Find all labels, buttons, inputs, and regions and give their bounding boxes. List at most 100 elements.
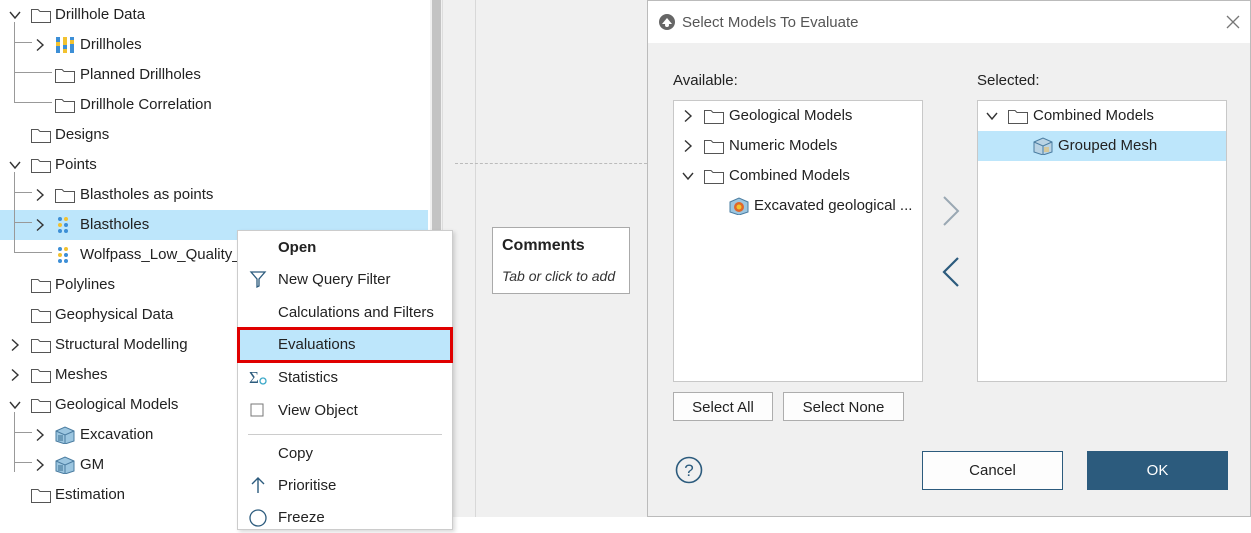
- menu-item-copy[interactable]: Copy: [238, 439, 452, 469]
- folder-icon: [31, 309, 51, 323]
- folder-icon: [31, 489, 51, 503]
- collapse-chevron-icon[interactable]: [8, 8, 22, 22]
- menu-item-statistics[interactable]: Σ Statistics: [238, 363, 452, 393]
- collapse-chevron-icon[interactable]: [681, 169, 695, 183]
- menu-item-calculations-and-filters[interactable]: Calculations and Filters: [238, 298, 452, 328]
- list-item[interactable]: Geological Models: [674, 101, 922, 131]
- help-icon[interactable]: ?: [675, 456, 703, 484]
- tree-item[interactable]: Planned Drillholes: [0, 60, 428, 90]
- expand-chevron-icon[interactable]: [33, 458, 47, 472]
- list-item-label: Combined Models: [1033, 107, 1154, 124]
- menu-item-new-query-filter[interactable]: New Query Filter: [238, 265, 452, 295]
- ok-label: OK: [1146, 462, 1169, 479]
- tree-guide-line: [14, 72, 52, 73]
- tree-guide-line: [14, 42, 32, 43]
- tree-guide-line: [14, 462, 32, 463]
- tree-guide-line: [14, 252, 52, 253]
- points-icon: [58, 247, 68, 263]
- tree-scrollbar-thumb[interactable]: [432, 0, 441, 230]
- expand-chevron-icon[interactable]: [681, 139, 695, 153]
- tree-item-label: Drillhole Correlation: [80, 96, 212, 113]
- cancel-label: Cancel: [969, 462, 1016, 479]
- tree-item-label: Blastholes as points: [80, 186, 214, 203]
- tree-item-label: Excavation: [80, 426, 154, 443]
- close-icon[interactable]: [1226, 15, 1240, 29]
- available-label: Available:: [673, 72, 738, 89]
- tree-item[interactable]: Points: [0, 150, 428, 180]
- ok-button[interactable]: OK: [1087, 451, 1228, 490]
- list-item[interactable]: Combined Models: [674, 161, 922, 191]
- select-all-label: Select All: [692, 399, 754, 416]
- expand-chevron-icon[interactable]: [33, 218, 47, 232]
- select-none-label: Select None: [802, 399, 885, 416]
- comments-hint[interactable]: Tab or click to add: [502, 268, 615, 284]
- folder-icon: [31, 369, 51, 383]
- tree-guide-line: [14, 192, 32, 193]
- select-none-button[interactable]: Select None: [783, 392, 904, 421]
- comments-box[interactable]: Comments Tab or click to add: [492, 227, 630, 294]
- select-all-button[interactable]: Select All: [673, 392, 773, 421]
- expand-chevron-icon[interactable]: [33, 428, 47, 442]
- statistics-icon: Σ: [249, 368, 267, 387]
- context-menu: Open New Query Filter Calculations and Fil…: [237, 230, 453, 530]
- tree-item[interactable]: Blastholes as points: [0, 180, 428, 210]
- menu-item-label: Prioritise: [278, 477, 337, 494]
- tree-item-label: Drillholes: [80, 36, 142, 53]
- expand-chevron-icon[interactable]: [8, 338, 22, 352]
- menu-item-label: Calculations and Filters: [278, 304, 434, 321]
- tree-item-label: Estimation: [55, 486, 126, 503]
- tree-item[interactable]: Drillholes: [0, 30, 428, 60]
- folder-icon: [31, 279, 51, 293]
- menu-item-label: Statistics: [278, 369, 339, 386]
- folder-icon: [31, 129, 51, 143]
- expand-chevron-icon[interactable]: [8, 368, 22, 382]
- menu-separator: [248, 434, 442, 435]
- evaluations-highlight-box: [237, 327, 453, 363]
- menu-item-view-object[interactable]: View Object: [238, 396, 452, 426]
- folder-icon: [704, 170, 724, 184]
- menu-item-label: View Object: [278, 402, 358, 419]
- select-models-dialog: Select Models To Evaluate Available: Sel…: [647, 0, 1251, 517]
- divider: [475, 0, 476, 517]
- geomodel-icon: [55, 426, 75, 444]
- tree-item-label: Blastholes: [80, 216, 150, 233]
- expand-chevron-icon[interactable]: [681, 109, 695, 123]
- tree-item-label: Planned Drillholes: [80, 66, 201, 83]
- menu-item-label: Copy: [278, 445, 314, 462]
- tree-item-label: Geophysical Data: [55, 306, 174, 323]
- list-item[interactable]: Grouped Mesh: [978, 131, 1226, 161]
- cancel-button[interactable]: Cancel: [922, 451, 1063, 490]
- menu-item-label: New Query Filter: [278, 271, 391, 288]
- menu-item-freeze[interactable]: Freeze: [238, 503, 452, 533]
- available-list[interactable]: Geological Models Numeric Models Combined …: [673, 100, 923, 382]
- collapse-chevron-icon[interactable]: [8, 398, 22, 412]
- selected-list[interactable]: Combined Models Grouped Mesh: [977, 100, 1227, 382]
- folder-icon: [31, 159, 51, 173]
- expand-chevron-icon[interactable]: [33, 38, 47, 52]
- folder-icon: [704, 110, 724, 124]
- svg-text:Σ: Σ: [249, 368, 259, 387]
- tree-guide-line: [14, 102, 52, 103]
- remove-arrow-icon[interactable]: [940, 255, 962, 289]
- list-item[interactable]: Excavated geological ...: [674, 191, 922, 221]
- tree-item[interactable]: Designs: [0, 120, 428, 150]
- expand-chevron-icon[interactable]: [33, 188, 47, 202]
- tree-item-label: Points: [55, 156, 97, 173]
- collapse-chevron-icon[interactable]: [8, 158, 22, 172]
- menu-item-prioritise[interactable]: Prioritise: [238, 471, 452, 501]
- tree-item[interactable]: Drillhole Correlation: [0, 90, 428, 120]
- list-item[interactable]: Numeric Models: [674, 131, 922, 161]
- collapse-chevron-icon[interactable]: [985, 109, 999, 123]
- menu-item-open[interactable]: Open: [238, 233, 452, 263]
- tree-item-label: Drillhole Data: [55, 6, 146, 23]
- points-icon: [58, 217, 68, 233]
- divider: [455, 163, 647, 164]
- filter-icon: [249, 271, 267, 289]
- tree-item[interactable]: Drillhole Data: [0, 0, 428, 30]
- tree-guide-line: [14, 432, 32, 433]
- freeze-icon: [249, 509, 267, 527]
- list-item[interactable]: Combined Models: [978, 101, 1226, 131]
- tree-item-label: Meshes: [55, 366, 108, 383]
- grouped-mesh-icon: [1033, 137, 1053, 155]
- add-arrow-icon[interactable]: [940, 194, 962, 228]
